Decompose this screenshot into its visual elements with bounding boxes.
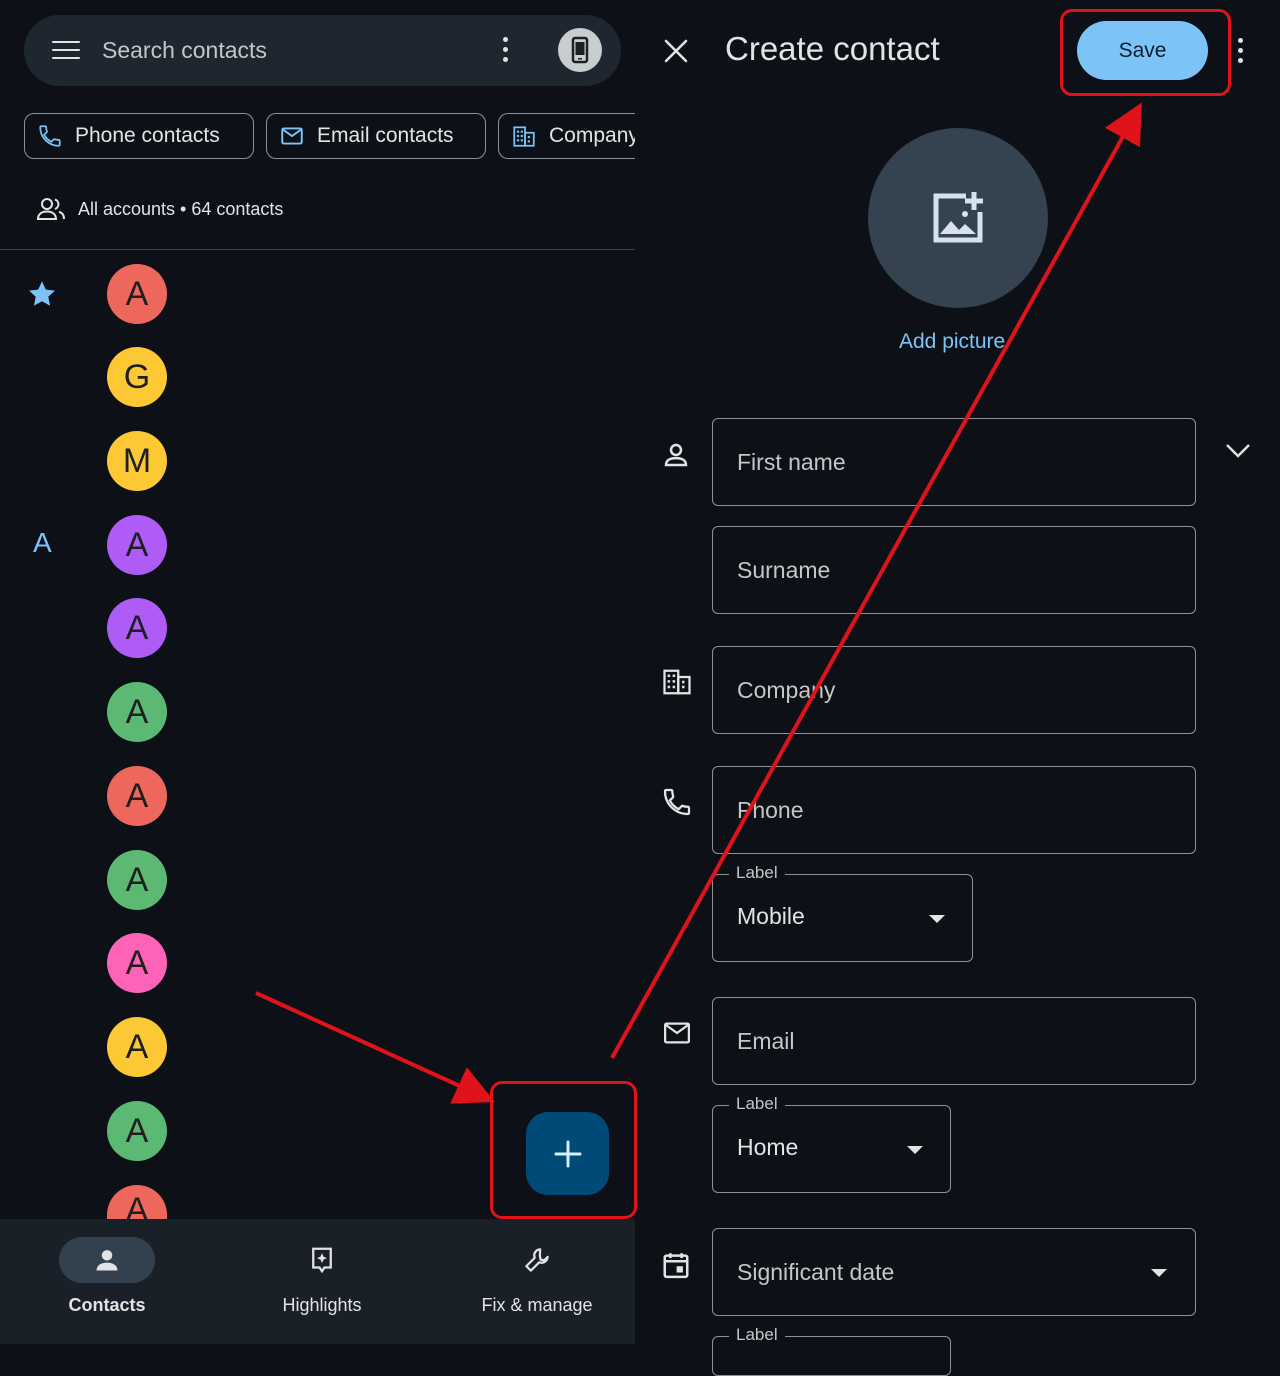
nav-label: Contacts — [68, 1295, 146, 1315]
surname-field[interactable]: Surname — [712, 526, 1196, 614]
nav-highlights[interactable]: Highlights — [222, 1237, 422, 1316]
person-outline-icon — [661, 440, 691, 475]
contact-avatar[interactable]: A — [107, 1185, 167, 1219]
dropdown-arrow-icon — [929, 915, 945, 923]
section-letter: A — [33, 527, 52, 558]
fab-highlight-box — [490, 1081, 637, 1219]
label-legend: Label — [729, 1325, 785, 1345]
dropdown-arrow-icon — [907, 1146, 923, 1154]
chip-label: Company — [549, 124, 635, 147]
contact-avatar[interactable]: A — [107, 1101, 167, 1161]
significant-date-field[interactable]: Significant date — [712, 1228, 1196, 1316]
dropdown-arrow-icon — [1151, 1269, 1167, 1277]
mail-icon — [281, 127, 303, 145]
contact-avatar[interactable]: A — [107, 598, 167, 658]
divider — [0, 249, 635, 250]
contact-avatar[interactable]: A — [107, 1017, 167, 1077]
phone-label-select[interactable]: Label Mobile — [712, 863, 973, 962]
date-label-select[interactable]: Label — [712, 1325, 951, 1376]
phone-device-icon — [571, 36, 589, 64]
building-icon — [661, 667, 693, 702]
contact-avatar[interactable]: M — [107, 431, 167, 491]
company-field[interactable]: Company — [712, 646, 1196, 734]
device-account-button[interactable] — [558, 28, 602, 72]
nav-fix-pill — [489, 1237, 585, 1283]
menu-icon[interactable] — [52, 41, 80, 61]
contact-avatar[interactable]: A — [107, 933, 167, 993]
email-label-select[interactable]: Label Home — [712, 1094, 951, 1193]
chevron-down-icon[interactable] — [1225, 440, 1251, 465]
email-field[interactable]: Email — [712, 997, 1196, 1085]
nav-contacts-pill — [59, 1237, 155, 1283]
label-legend: Label — [729, 1094, 785, 1114]
page-title: Create contact — [725, 30, 940, 67]
contact-avatar[interactable]: A — [107, 264, 167, 324]
nav-fix-manage[interactable]: Fix & manage — [437, 1237, 637, 1316]
chip-label: Email contacts — [317, 124, 454, 147]
more-options-icon[interactable] — [499, 37, 511, 65]
close-icon[interactable] — [663, 38, 689, 69]
add-picture-link[interactable]: Add picture — [899, 330, 1005, 354]
mail-icon — [661, 1018, 693, 1053]
contact-avatar[interactable]: G — [107, 347, 167, 407]
nav-label: Highlights — [282, 1295, 362, 1315]
nav-label: Fix & manage — [481, 1295, 593, 1315]
save-highlight-box — [1060, 9, 1231, 96]
accounts-summary-text: All accounts • 64 contacts — [78, 198, 284, 219]
add-photo-icon — [933, 192, 983, 243]
highlights-icon — [312, 1247, 332, 1274]
people-icon — [36, 198, 65, 220]
wrench-icon — [525, 1248, 549, 1272]
create-contact-panel: Create contact Save Add picture First na… — [635, 0, 1280, 1376]
contact-avatar[interactable]: A — [107, 515, 167, 575]
add-picture-button[interactable] — [868, 128, 1048, 308]
phone-icon — [39, 125, 61, 147]
chip-email-contacts[interactable]: Email contacts — [266, 113, 486, 159]
chip-label: Phone contacts — [75, 124, 220, 147]
person-icon — [96, 1250, 118, 1271]
significant-date-text: Significant date — [737, 1258, 895, 1285]
contact-avatar[interactable]: A — [107, 850, 167, 910]
bottom-navigation: Contacts Highlights Fix & manage — [0, 1219, 635, 1344]
search-input[interactable]: Search contacts — [102, 37, 267, 64]
chip-company[interactable]: Company — [498, 113, 635, 159]
contact-avatar[interactable]: A — [107, 682, 167, 742]
label-value: Mobile — [737, 903, 805, 929]
more-options-icon[interactable] — [1235, 38, 1245, 66]
phone-icon — [661, 786, 693, 823]
label-value: Home — [737, 1134, 799, 1160]
nav-contacts[interactable]: Contacts — [7, 1237, 207, 1316]
phone-field[interactable]: Phone — [712, 766, 1196, 854]
label-legend: Label — [729, 863, 785, 883]
starred-icon — [25, 278, 59, 315]
contact-avatar[interactable]: A — [107, 766, 167, 826]
nav-highlights-pill — [274, 1237, 370, 1283]
chip-phone-contacts[interactable]: Phone contacts — [24, 113, 254, 159]
building-icon — [513, 126, 535, 147]
accounts-summary[interactable]: All accounts • 64 contacts — [36, 196, 283, 222]
first-name-field[interactable]: First name — [712, 418, 1196, 506]
search-bar[interactable]: Search contacts — [24, 15, 621, 86]
calendar-icon — [661, 1249, 691, 1286]
